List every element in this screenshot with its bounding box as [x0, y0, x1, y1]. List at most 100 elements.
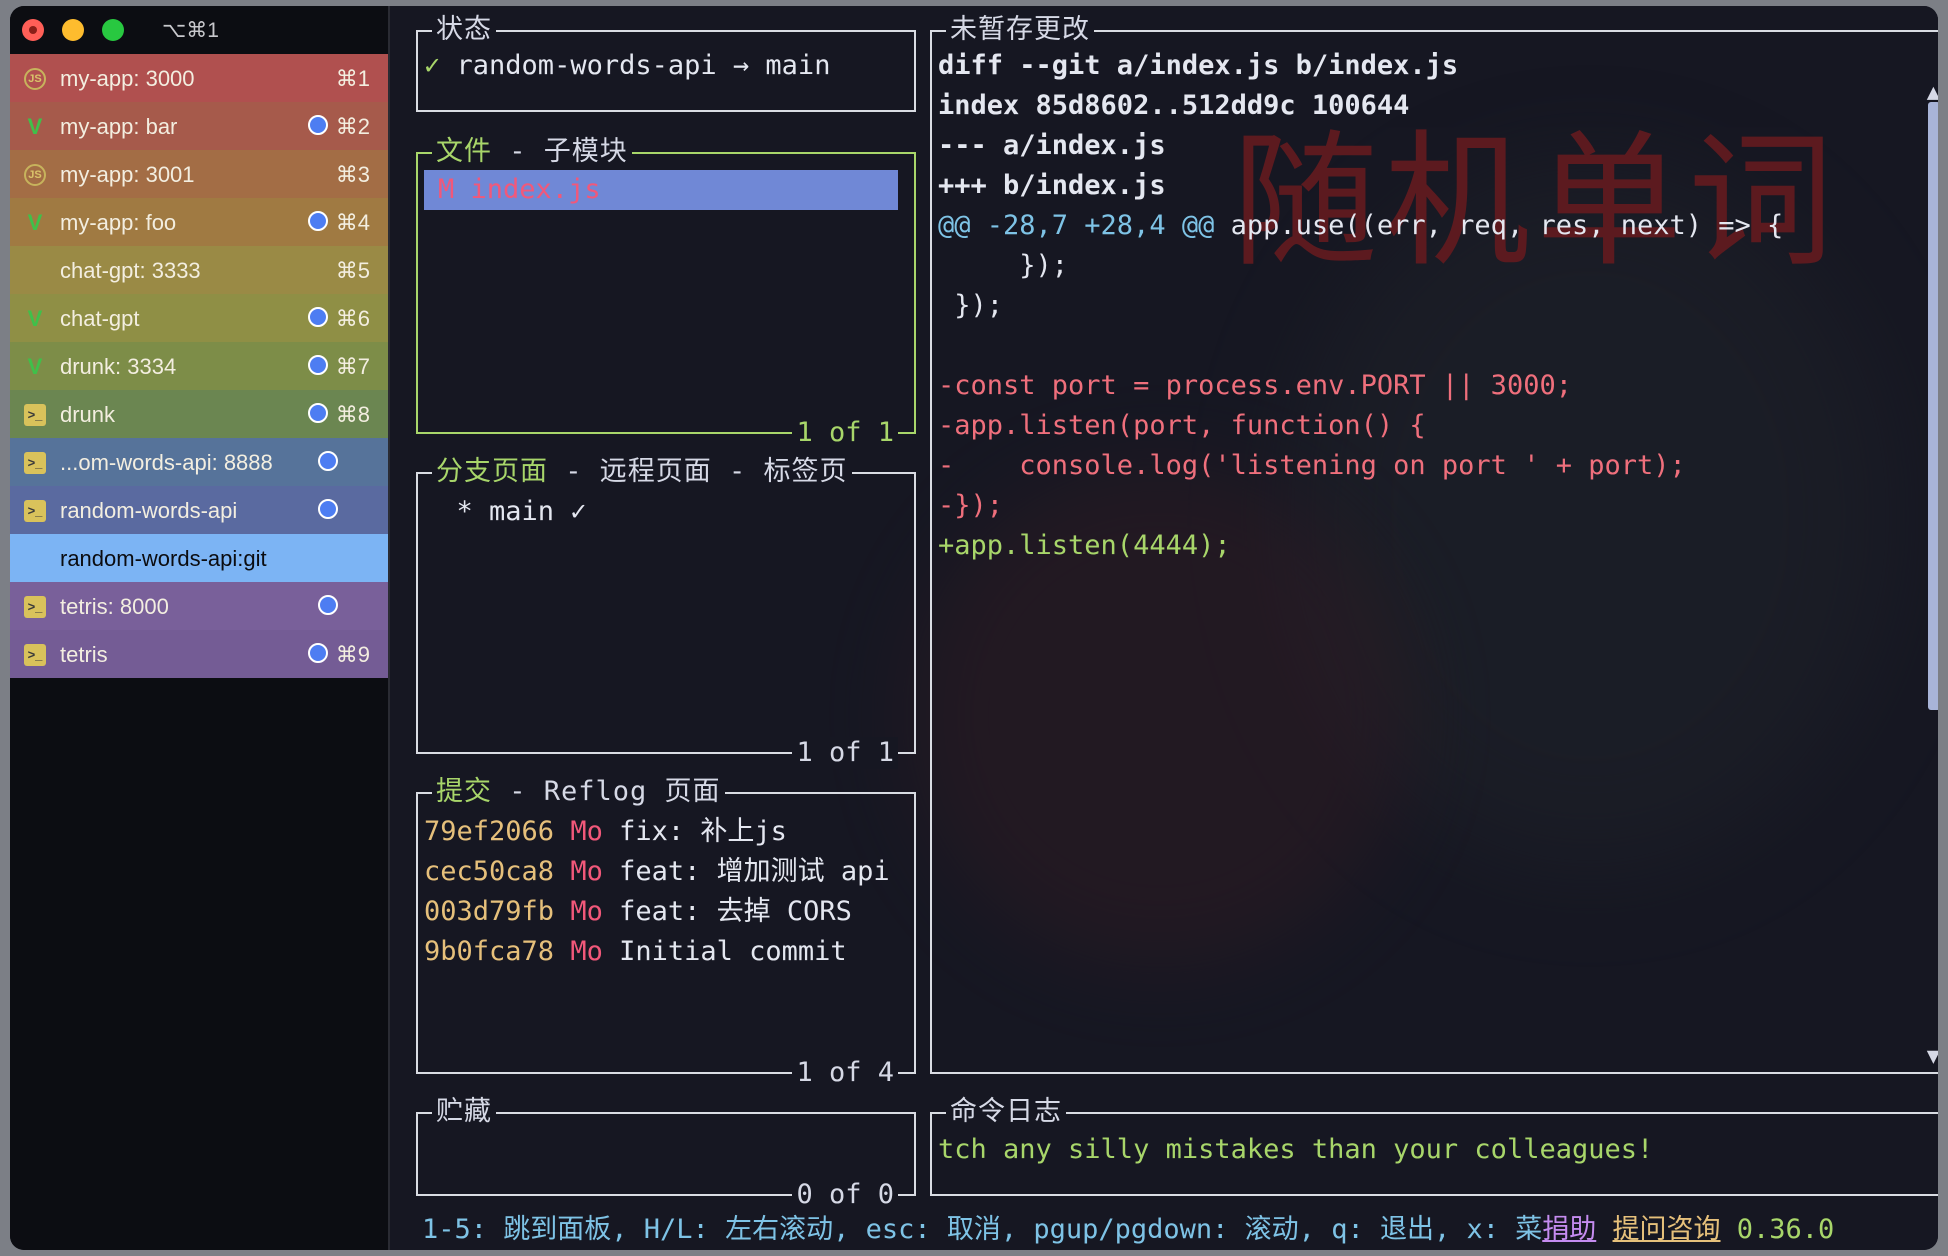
commit-author: Mo [570, 856, 603, 887]
commits-panel-footer: 1 of 4 [792, 1057, 898, 1089]
diff-context-line [938, 326, 1918, 366]
activity-indicator-icon [318, 499, 338, 519]
tab-shortcut: ⌘5 [335, 258, 370, 283]
sidebar-tab-label: ...om-words-api: 8888 [60, 450, 273, 475]
commit-message: Initial commit [619, 936, 847, 967]
diff-removed-line: -const port = process.env.PORT || 3000; [938, 370, 1572, 401]
commits-panel[interactable]: 提交 - Reflog 页面 79ef2066 Mo fix: 补上js cec5… [416, 775, 916, 1089]
commits-tab[interactable]: 提交 [436, 776, 492, 807]
status-panel[interactable]: 状态 ✓ random-words-api → main [416, 13, 916, 112]
diff-scrollbar-thumb[interactable] [1928, 102, 1938, 710]
stash-panel[interactable]: 贮藏 0 of 0 [416, 1095, 916, 1211]
repo-name: random-words-api [456, 50, 717, 81]
sidebar-tab-label: random-words-api [60, 498, 238, 523]
diff-hunk-line: @@ -28,7 +28,4 @@ app.use((err, req, res… [938, 206, 1918, 246]
sidebar-tab[interactable]: Vmy-app: bar ⌘2 [10, 102, 388, 150]
tab-shortcut: ⌘6 [335, 306, 370, 331]
diff-content: diff --git a/index.js b/index.js index 85… [938, 46, 1918, 566]
sidebar-tab[interactable]: Vchat-gpt ⌘6 [10, 294, 388, 342]
terminal-icon: >_ [24, 452, 46, 474]
commit-hash: 79ef2066 [424, 816, 555, 847]
commit-author: Mo [570, 896, 603, 927]
remotes-tags-tabs[interactable]: - 远程页面 - 标签页 [548, 456, 848, 487]
activity-indicator-icon [308, 643, 328, 663]
vim-icon: V [27, 306, 43, 331]
sidebar-tab-label: drunk [60, 402, 116, 427]
sidebar-tab[interactable]: JS my-app: 3000 ⌘1 [10, 54, 388, 102]
submodules-tab[interactable]: - 子模块 [492, 136, 628, 167]
tab-shortcut: ⌘1 [335, 66, 370, 91]
zoom-window-button[interactable] [102, 19, 124, 41]
terminal-icon: >_ [24, 596, 46, 618]
file-status: M [438, 174, 455, 205]
commits-panel-title: 提交 - Reflog 页面 [432, 775, 725, 809]
activity-indicator-icon [308, 211, 328, 231]
scroll-down-icon[interactable]: ▼ [1927, 1044, 1938, 1069]
sidebar-tab-label: random-words-api:git [60, 546, 267, 571]
sidebar-tab[interactable]: >_ random-words-api [10, 486, 388, 534]
titlebar: ⌥⌘1 [10, 6, 388, 54]
command-log-title: 命令日志 [946, 1095, 1066, 1129]
minimize-window-button[interactable] [62, 19, 84, 41]
terminal-area: 随机单词 状态 ✓ random-words-api → main 文件 - 子… [390, 6, 1938, 1250]
files-tab[interactable]: 文件 [436, 136, 492, 167]
donate-link[interactable]: 捐助 [1542, 1214, 1596, 1245]
commit-row[interactable]: 9b0fca78 Mo Initial commit [424, 932, 890, 972]
sidebar-tab-label: tetris: 8000 [60, 594, 169, 619]
file-row[interactable]: M index.js [424, 170, 898, 210]
tab-shortcut: ⌘9 [335, 642, 370, 667]
commit-hash: cec50ca8 [424, 856, 555, 887]
sidebar-tab[interactable]: JS my-app: 3001 ⌘3 [10, 150, 388, 198]
commit-author: Mo [570, 936, 603, 967]
node-icon: JS [24, 68, 46, 90]
terminal-icon: >_ [24, 644, 46, 666]
diff-context-line: }); [938, 290, 1004, 321]
sidebar-tab[interactable]: >_ tetris ⌘9 [10, 630, 388, 678]
sidebar-tab[interactable]: >_ tetris: 8000 [10, 582, 388, 630]
vim-icon: V [27, 354, 43, 379]
app-window: ⌥⌘1 JS my-app: 3000 ⌘1 Vmy-app: bar ⌘2 JS my-a… [10, 6, 1938, 1250]
sidebar-tab[interactable]: >_ drunk ⌘8 [10, 390, 388, 438]
diff-header-line: +++ b/index.js [938, 170, 1166, 201]
hunk-context: app.use((err, req, res, next) => { [1214, 210, 1784, 241]
sidebar-tab[interactable]: chat-gpt: 3333 ⌘5 [10, 246, 388, 294]
tab-shortcut: ⌘7 [335, 354, 370, 379]
current-branch: main [765, 50, 831, 81]
sidebar-tab-label: my-app: foo [60, 210, 177, 235]
unstaged-changes-title: 未暂存更改 [946, 13, 1094, 47]
diff-removed-line: -app.listen(port, function() { [938, 410, 1426, 441]
diff-removed-line: - console.log('listening on port ' + por… [938, 450, 1686, 481]
unstaged-changes-panel[interactable]: 未暂存更改 diff --git a/index.js b/index.js in… [930, 13, 1938, 1074]
commit-row[interactable]: 003d79fb Mo feat: 去掉 CORS [424, 892, 890, 932]
branch-row[interactable]: * main ✓ [424, 492, 587, 532]
commit-message: feat: 增加测试 api [619, 856, 890, 887]
sidebar-tab-label: drunk: 3334 [60, 354, 177, 379]
commit-row[interactable]: cec50ca8 Mo feat: 增加测试 api [424, 852, 890, 892]
vim-icon: V [27, 114, 43, 139]
commit-hash: 003d79fb [424, 896, 555, 927]
commit-row[interactable]: 79ef2066 Mo fix: 补上js [424, 812, 890, 852]
node-icon: JS [24, 164, 46, 186]
sidebar-tab[interactable]: random-words-api:git [10, 534, 388, 586]
command-log-panel[interactable]: 命令日志 tch any silly mistakes than your co… [930, 1095, 1938, 1196]
tab-shortcut: ⌘2 [335, 114, 370, 139]
branches-panel-footer: 1 of 1 [792, 737, 898, 769]
status-line: ✓ random-words-api → main [424, 46, 830, 86]
activity-indicator-icon [308, 403, 328, 423]
commit-message: feat: 去掉 CORS [619, 896, 852, 927]
commit-message: fix: 补上js [619, 816, 787, 847]
sidebar-tab[interactable]: Vmy-app: foo ⌘4 [10, 198, 388, 246]
reflog-tab[interactable]: - Reflog 页面 [492, 776, 721, 807]
sidebar-tab-label: my-app: bar [60, 114, 178, 139]
close-window-button[interactable] [22, 19, 44, 41]
check-icon: ✓ [424, 50, 441, 81]
commit-list: 79ef2066 Mo fix: 补上js cec50ca8 Mo feat: 增… [424, 812, 890, 972]
ask-question-link[interactable]: 提问咨询 [1613, 1214, 1721, 1245]
branches-panel[interactable]: 分支页面 - 远程页面 - 标签页 * main ✓ 1 of 1 [416, 455, 916, 769]
sidebar-tab[interactable]: >_ ...om-words-api: 8888 [10, 438, 388, 486]
stash-panel-title: 贮藏 [432, 1095, 496, 1129]
files-panel[interactable]: 文件 - 子模块 M index.js 1 of 1 [416, 135, 916, 449]
local-branches-tab[interactable]: 分支页面 [436, 456, 548, 487]
sidebar-tab[interactable]: Vdrunk: 3334 ⌘7 [10, 342, 388, 390]
status-panel-title: 状态 [432, 13, 496, 47]
